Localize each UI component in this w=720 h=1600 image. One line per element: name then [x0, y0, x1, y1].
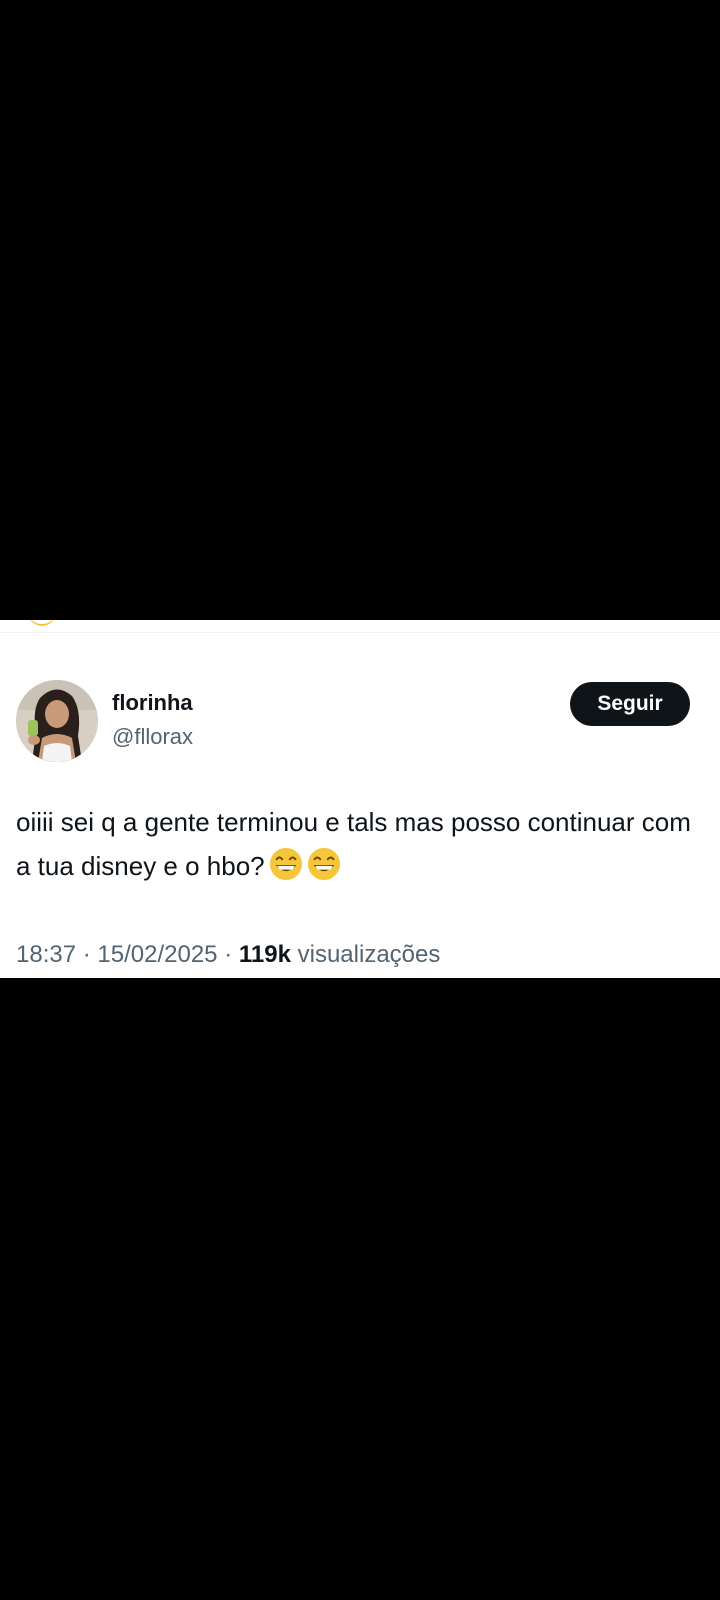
display-name[interactable]: florinha	[112, 690, 193, 716]
previous-tweet-emoji-edge	[28, 620, 56, 626]
meta-separator: ·	[82, 941, 91, 968]
screen: florinha @fllorax Seguir oiiii sei q a g…	[0, 0, 720, 1600]
follow-button[interactable]: Seguir	[570, 682, 690, 726]
avatar[interactable]	[16, 680, 98, 762]
grinning-face-emoji-icon	[269, 847, 302, 881]
tweet-card: florinha @fllorax Seguir oiiii sei q a g…	[0, 620, 720, 978]
avatar-image	[16, 680, 98, 762]
tweet-meta: 18:37 · 15/02/2025 · 119k visualizações	[16, 940, 440, 970]
views-label[interactable]: visualizações	[298, 941, 441, 968]
divider	[0, 632, 720, 633]
grinning-face-emoji-icon	[307, 847, 340, 881]
username-handle[interactable]: @fllorax	[112, 724, 193, 750]
meta-separator: ·	[224, 941, 233, 968]
tweet-text: oiiii sei q a gente terminou e tals mas …	[16, 800, 696, 888]
tweet-time[interactable]: 18:37	[16, 941, 76, 968]
views-count[interactable]: 119k	[239, 941, 291, 968]
tweet-date[interactable]: 15/02/2025	[97, 941, 217, 968]
tweet-text-body: oiiii sei q a gente terminou e tals mas …	[16, 807, 699, 881]
